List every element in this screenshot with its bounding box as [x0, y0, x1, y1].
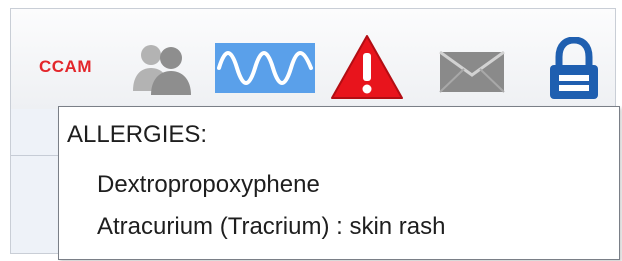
allergies-tooltip: ALLERGIES: Dextropropoxyphene Atracurium…: [58, 106, 620, 260]
waveform-icon[interactable]: [215, 43, 315, 93]
allergy-item: Atracurium (Tracrium) : skin rash: [97, 213, 446, 240]
mail-icon[interactable]: [439, 51, 505, 93]
users-icon[interactable]: [131, 41, 193, 95]
alert-icon[interactable]: [329, 33, 405, 101]
ccam-button[interactable]: CCAM: [39, 57, 92, 77]
allergy-item: Dextropropoxyphene: [97, 171, 320, 198]
tooltip-title: ALLERGIES:: [67, 121, 208, 148]
toolbar: CCAM: [11, 9, 615, 109]
lock-icon[interactable]: [545, 37, 603, 101]
